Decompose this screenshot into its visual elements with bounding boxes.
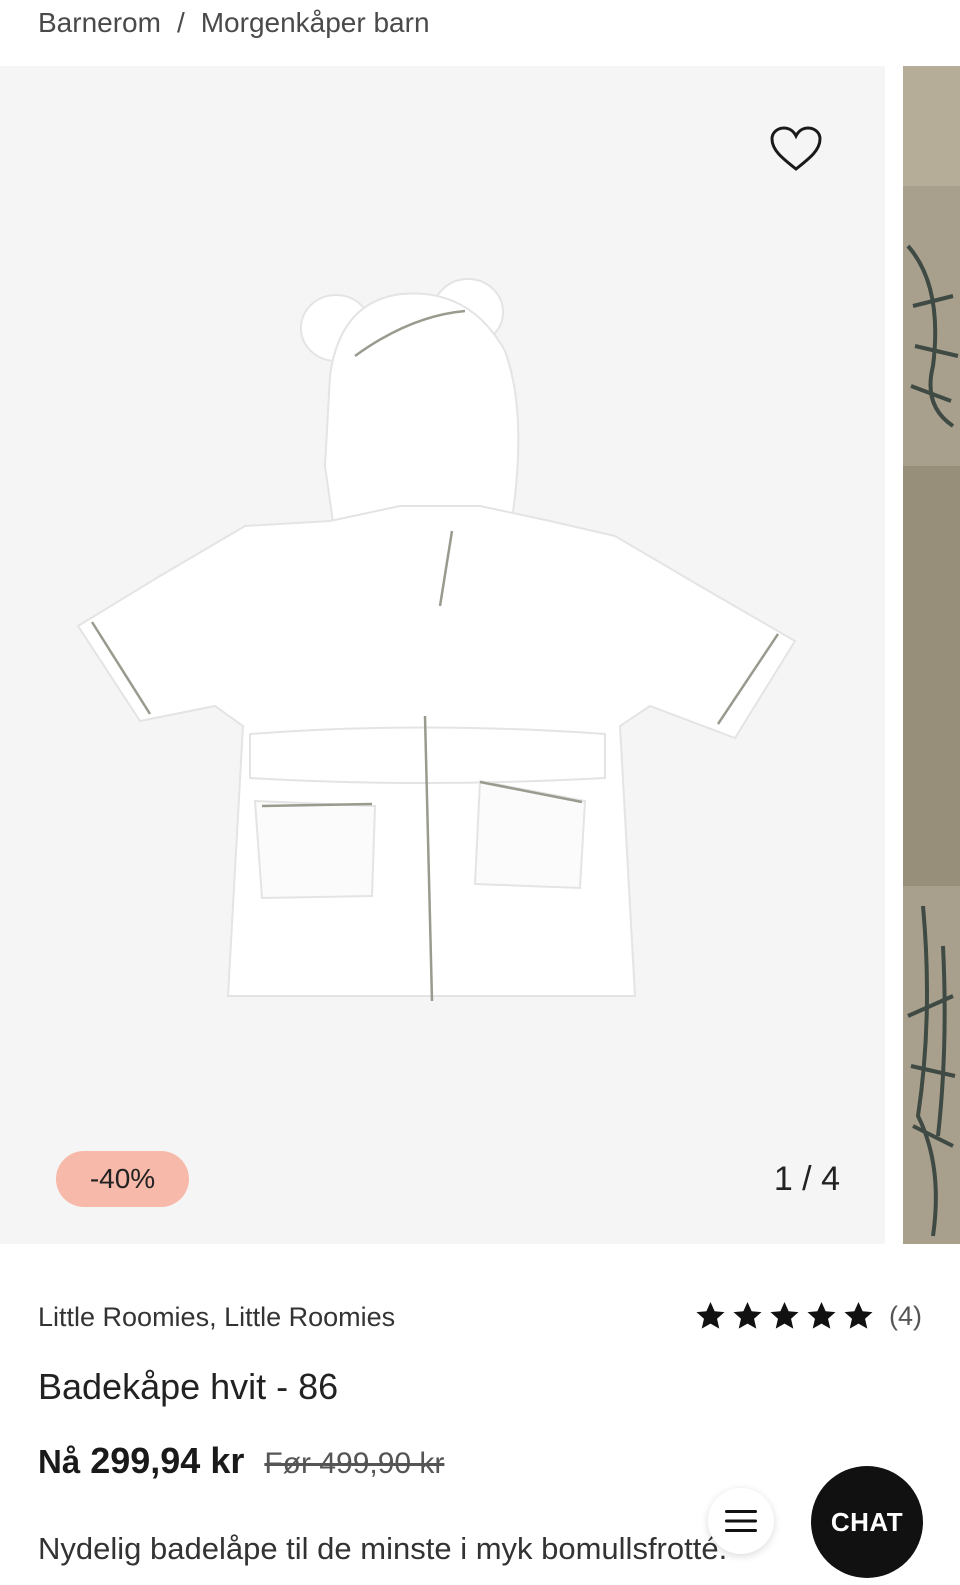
star-icon <box>733 1302 762 1329</box>
star-icon <box>807 1302 836 1329</box>
menu-button[interactable] <box>708 1488 774 1554</box>
discount-badge: -40% <box>56 1151 189 1207</box>
product-title: Badekåpe hvit - 86 <box>38 1366 339 1407</box>
rating-count: (4) <box>889 1300 922 1331</box>
product-gallery[interactable]: -40% 1 / 4 <box>0 66 960 1244</box>
breadcrumb: Barnerom / Morgenkåper barn <box>38 4 430 42</box>
rating-stars <box>694 1300 875 1332</box>
hamburger-icon <box>725 1510 757 1532</box>
bathrobe-illustration <box>76 278 797 1002</box>
star-icon <box>696 1302 725 1329</box>
star-icon <box>844 1302 873 1329</box>
breadcrumb-item-morgenkaper[interactable]: Morgenkåper barn <box>201 7 430 39</box>
current-price-value: 299,94 kr <box>90 1440 245 1481</box>
next-slide-preview[interactable] <box>903 66 960 1244</box>
product-image[interactable]: -40% 1 / 4 <box>0 66 885 1244</box>
original-price: Før 499,90 kr <box>264 1447 445 1480</box>
product-description: Nydelig badelåpe til de minste i myk bom… <box>38 1531 728 1566</box>
heart-outline-icon <box>770 126 822 171</box>
star-icon <box>770 1302 799 1329</box>
chat-button[interactable]: CHAT <box>811 1466 923 1578</box>
favorite-button[interactable] <box>770 126 830 180</box>
product-brand[interactable]: Little Roomies, Little Roomies <box>38 1302 395 1333</box>
breadcrumb-item-barnerom[interactable]: Barnerom <box>38 7 161 39</box>
current-price-prefix: Nå <box>38 1443 81 1480</box>
breadcrumb-separator: / <box>176 7 185 38</box>
image-counter: 1 / 4 <box>773 1159 840 1198</box>
next-slide-image <box>903 66 960 1244</box>
price-row: Nå 299,94 kr Før 499,90 kr <box>38 1440 444 1482</box>
current-price: Nå 299,94 kr <box>38 1440 244 1482</box>
product-rating[interactable]: (4) <box>694 1300 922 1332</box>
